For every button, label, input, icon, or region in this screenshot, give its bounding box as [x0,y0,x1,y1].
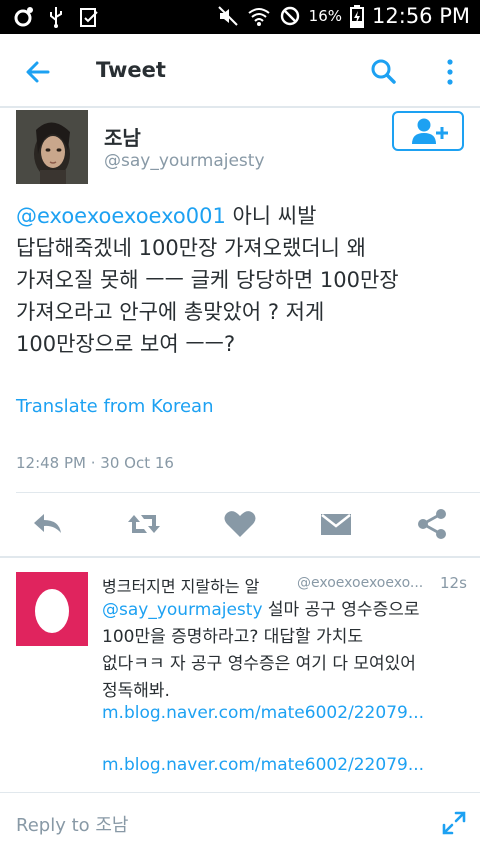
author-name[interactable]: 조남 [104,122,141,151]
tweet-mention[interactable]: @exoexoexoexo001 [16,204,226,228]
reply-text-line: 없다ㅋㅋ 자 공구 영수증은 여기 다 모여있어 [102,654,416,674]
do-not-disturb-icon [280,6,299,26]
clipboard-check-icon [80,8,98,27]
author-handle[interactable]: @say_yourmajesty [104,151,265,171]
divider [16,492,480,493]
status-bar: 16% 12:56 PM [0,0,480,34]
tweet-text-line: 100만장으로 보여 ㅡㅡ? [16,332,236,356]
reply-text-line: @say_yourmajesty 설마 공구 영수증으로 [102,600,420,620]
reply-text-line: 정독해봐. [102,681,170,701]
reply-input[interactable]: Reply to 조남 [16,811,129,837]
reply-mention[interactable]: @say_yourmajesty [102,600,263,620]
tweet-text-line: 답답해죽겠네 100만장 가져오랬더니 왜 [16,236,366,260]
status-bar-notifications [12,6,100,28]
reply-text: @say_yourmajesty 설마 공구 영수증으로 100만을 증명하라고… [102,597,472,705]
reply-text-line: 100만을 증명하라고? 대답할 가치도 [102,627,364,647]
search-icon[interactable] [366,54,402,90]
wifi-icon [248,8,270,26]
reply-link[interactable]: m.blog.naver.com/mate6002/22079... [102,755,442,775]
status-bar-system: 16% 12:56 PM [217,4,470,28]
tweet-timestamp: 12:48 PM · 30 Oct 16 [16,454,174,472]
page-title: Tweet [96,58,166,82]
battery-percent: 16% [308,7,343,25]
app-bar: Tweet [0,34,480,108]
reply-bar: Reply to 조남 [0,792,480,853]
tweet-text-line: @exoexoexoexo001 아니 씨발 [16,204,317,228]
section-divider [0,556,480,558]
tweet-text-line: 가져오라고 안구에 총맞았어 ? 저게 [16,300,325,324]
egg-avatar-icon [35,589,69,633]
back-arrow-icon[interactable] [20,54,56,90]
reply-author-name[interactable]: 병크터지면 지랄하는 알 [102,573,259,597]
usb-icon [50,7,62,28]
direct-message-icon[interactable] [318,506,354,542]
tweet-text: @exoexoexoexo001 아니 씨발 답답해죽겠네 100만장 가져오랬… [16,200,466,360]
like-heart-icon[interactable] [222,506,258,542]
retweet-icon[interactable] [126,506,162,542]
follow-button[interactable] [392,111,464,151]
expand-icon[interactable] [440,809,468,837]
reply-link[interactable]: m.blog.naver.com/mate6002/22079... [102,703,442,723]
translate-link[interactable]: Translate from Korean [16,396,214,417]
reply-author-avatar[interactable] [16,572,88,646]
reply-timestamp: 12s [440,574,467,592]
more-options-icon[interactable] [438,54,462,90]
sync-icon [14,7,33,27]
tweet-text-line: 가져오질 못해 ㅡㅡ 글케 당당하면 100만장 [16,268,399,292]
status-time: 12:56 PM [372,4,470,28]
battery-charging-icon [350,5,365,28]
add-user-icon [412,118,448,144]
reply-icon[interactable] [30,506,66,542]
mute-icon [217,6,238,26]
author-avatar[interactable] [16,110,88,184]
reply-author-handle[interactable]: @exoexoexoexo... [297,575,431,591]
share-icon[interactable] [414,506,450,542]
